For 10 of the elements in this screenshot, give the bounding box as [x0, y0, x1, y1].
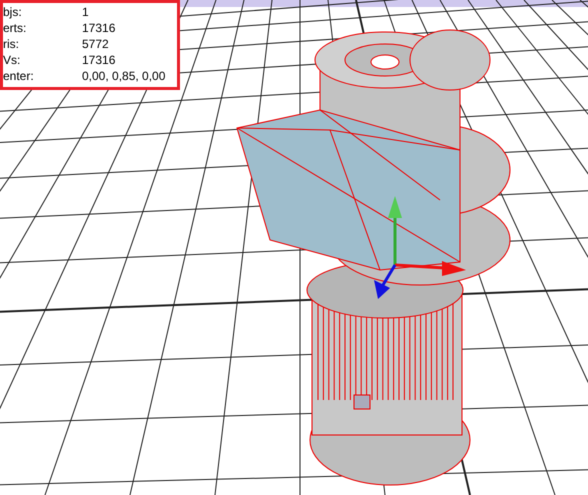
stat-label: enter: — [3, 68, 35, 84]
stat-value: 5772 — [82, 36, 109, 52]
stat-value: 0,00, 0,85, 0,00 — [82, 68, 166, 84]
stat-value: 17316 — [82, 52, 116, 68]
stat-label: bjs: — [3, 4, 23, 20]
stat-label: erts: — [3, 20, 28, 36]
stat-value: 17316 — [82, 20, 116, 36]
stat-label: ris: — [3, 36, 20, 52]
stat-label: Vs: — [3, 52, 22, 68]
stat-value: 1 — [82, 4, 89, 20]
